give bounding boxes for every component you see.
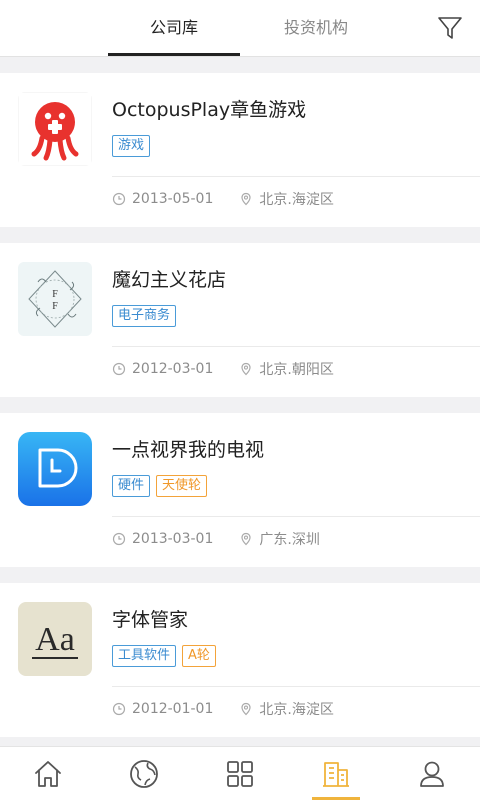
clock-icon bbox=[112, 702, 126, 716]
tag-group: 电子商务 bbox=[112, 305, 177, 327]
location-pin-icon bbox=[241, 362, 251, 376]
tag-group: 工具软件 A轮 bbox=[112, 645, 216, 667]
divider bbox=[112, 176, 480, 177]
nav-categories[interactable] bbox=[192, 747, 288, 800]
home-icon bbox=[35, 760, 61, 787]
tv-logo bbox=[18, 432, 92, 506]
company-name: 一点视界我的电视 bbox=[112, 439, 265, 461]
divider bbox=[112, 516, 480, 517]
industry-tag: 电子商务 bbox=[112, 305, 177, 327]
company-name: 字体管家 bbox=[112, 609, 189, 631]
font-logo-text: Aa bbox=[35, 621, 75, 658]
founded-date: 2013-05-01 bbox=[132, 191, 214, 207]
clock-icon bbox=[112, 192, 126, 206]
tag-group: 游戏 bbox=[112, 135, 151, 157]
company-meta: 2012-01-01 北京.海淀区 bbox=[112, 699, 334, 719]
bottom-nav-bar bbox=[0, 746, 480, 800]
filter-icon[interactable] bbox=[436, 14, 464, 42]
company-meta: 2012-03-01 北京.朝阳区 bbox=[112, 359, 334, 379]
location-pin-icon bbox=[241, 192, 251, 206]
user-icon bbox=[420, 761, 444, 787]
company-list: OctopusPlay章鱼游戏 游戏 2013-05-01 北京.海淀区 F F bbox=[0, 73, 480, 753]
grid-icon bbox=[227, 760, 253, 787]
nav-home[interactable] bbox=[0, 747, 96, 800]
tab-investors[interactable]: 投资机构 bbox=[250, 0, 382, 56]
globe-icon bbox=[130, 759, 158, 788]
founded-date: 2012-01-01 bbox=[132, 701, 214, 717]
industry-tag: 游戏 bbox=[112, 135, 151, 157]
founded-date: 2013-03-01 bbox=[132, 531, 214, 547]
company-name: 魔幻主义花店 bbox=[112, 269, 227, 291]
tag-group: 硬件 天使轮 bbox=[112, 475, 208, 497]
clock-icon bbox=[112, 532, 126, 546]
flower-shop-logo: F F bbox=[18, 262, 92, 336]
company-location: 广东.深圳 bbox=[259, 532, 320, 548]
industry-tag: 硬件 bbox=[112, 475, 151, 497]
company-meta: 2013-03-01 广东.深圳 bbox=[112, 529, 320, 549]
clock-icon bbox=[112, 362, 126, 376]
nav-explore[interactable] bbox=[96, 747, 192, 800]
building-icon bbox=[323, 761, 349, 787]
company-card[interactable]: F F 魔幻主义花店 电子商务 2012-03-01 北京.朝阳区 bbox=[0, 243, 480, 397]
divider bbox=[112, 346, 480, 347]
company-location: 北京.海淀区 bbox=[259, 192, 334, 208]
funding-round-tag: 天使轮 bbox=[156, 475, 208, 497]
location-pin-icon bbox=[241, 702, 251, 716]
industry-tag: 工具软件 bbox=[112, 645, 177, 667]
company-card[interactable]: Aa 字体管家 工具软件 A轮 2012-01-01 北京.海淀区 bbox=[0, 583, 480, 737]
company-name: OctopusPlay章鱼游戏 bbox=[112, 99, 307, 121]
flower-logo-letter-2: F bbox=[52, 301, 58, 312]
funding-round-tag: A轮 bbox=[182, 645, 216, 667]
nav-profile[interactable] bbox=[384, 747, 480, 800]
company-card[interactable]: 一点视界我的电视 硬件 天使轮 2013-03-01 广东.深圳 bbox=[0, 413, 480, 567]
flower-logo-letter-1: F bbox=[52, 289, 58, 300]
company-card[interactable]: OctopusPlay章鱼游戏 游戏 2013-05-01 北京.海淀区 bbox=[0, 73, 480, 227]
company-location: 北京.海淀区 bbox=[259, 702, 334, 718]
divider bbox=[112, 686, 480, 687]
nav-companies[interactable] bbox=[288, 747, 384, 800]
tab-company-library[interactable]: 公司库 bbox=[108, 0, 240, 56]
octopus-logo bbox=[18, 92, 92, 166]
company-meta: 2013-05-01 北京.海淀区 bbox=[112, 189, 334, 209]
font-logo: Aa bbox=[18, 602, 92, 676]
company-location: 北京.朝阳区 bbox=[259, 362, 334, 378]
founded-date: 2012-03-01 bbox=[132, 361, 214, 377]
top-tab-bar: 公司库 投资机构 bbox=[0, 0, 480, 57]
location-pin-icon bbox=[241, 532, 251, 546]
